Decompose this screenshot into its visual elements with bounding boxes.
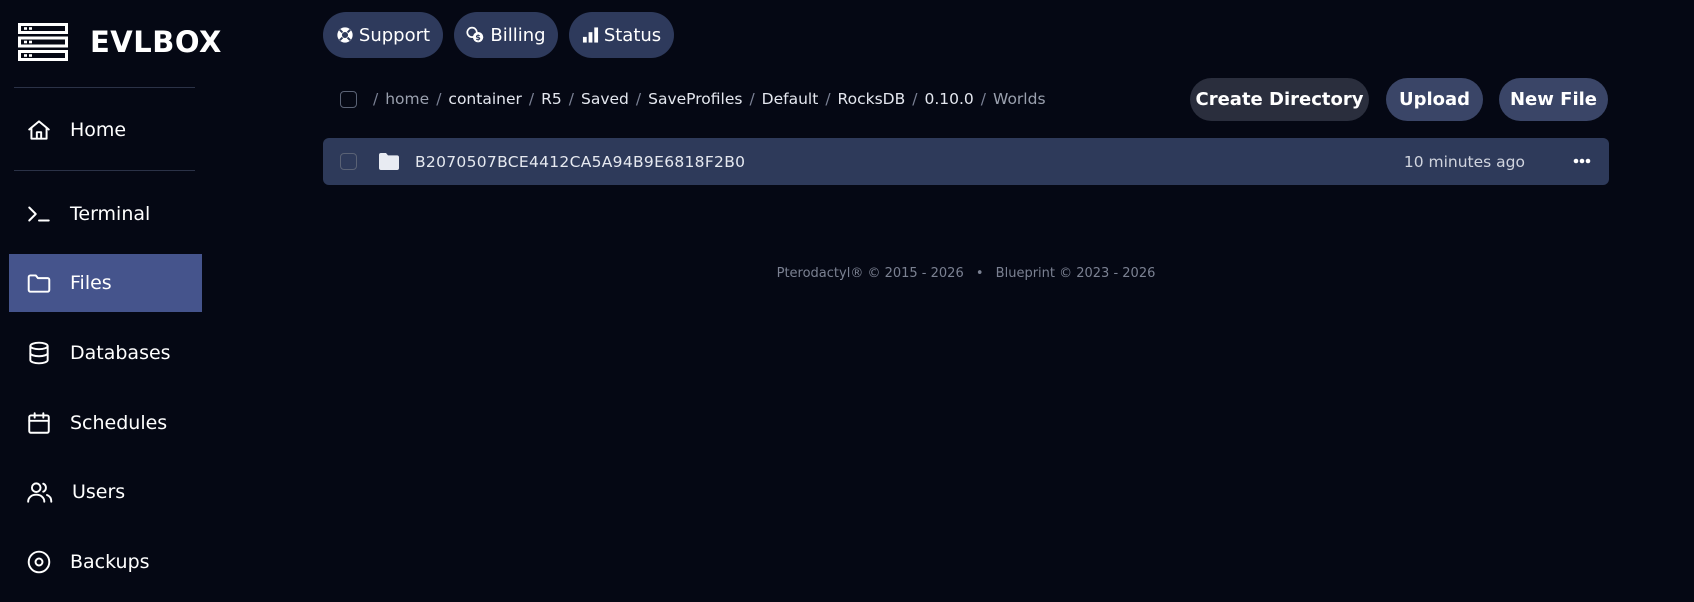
breadcrumb-separator: / bbox=[528, 90, 535, 108]
sidebar-item-home[interactable]: Home bbox=[9, 101, 202, 159]
breadcrumb-separator: / bbox=[749, 90, 755, 108]
sidebar-item-databases[interactable]: Databases bbox=[9, 324, 202, 382]
sidebar: EVLBOX Home Terminal Files Databases Sch… bbox=[0, 0, 221, 602]
breadcrumb-separator: / bbox=[568, 90, 574, 108]
pterodactyl-copyright[interactable]: Pterodactyl® © 2015 - 2026 bbox=[777, 266, 964, 281]
breadcrumb-saveprofiles[interactable]: SaveProfiles bbox=[648, 90, 742, 108]
svg-text:$: $ bbox=[476, 33, 481, 42]
breadcrumb-version[interactable]: 0.10.0 bbox=[924, 90, 973, 108]
sidebar-item-schedules[interactable]: Schedules bbox=[9, 394, 202, 452]
sidebar-item-label: Terminal bbox=[70, 203, 151, 225]
breadcrumb-current: Worlds bbox=[993, 90, 1046, 108]
home-icon bbox=[28, 120, 50, 140]
new-file-button[interactable]: New File bbox=[1499, 78, 1608, 121]
users-icon bbox=[27, 482, 53, 503]
breadcrumb-default[interactable]: Default bbox=[762, 90, 819, 108]
support-label: Support bbox=[358, 24, 431, 46]
billing-label: Billing bbox=[490, 24, 546, 46]
footer-separator: • bbox=[975, 266, 984, 281]
brand-name: EVLBOX bbox=[90, 25, 222, 59]
breadcrumb-separator: / bbox=[825, 90, 831, 108]
sidebar-item-label: Files bbox=[70, 272, 112, 294]
folder-icon bbox=[27, 274, 51, 293]
footer: Pterodactyl® © 2015 - 2026 • Blueprint ©… bbox=[323, 266, 1609, 281]
billing-link[interactable]: $ Billing bbox=[454, 12, 558, 58]
bar-chart-icon bbox=[582, 27, 598, 43]
breadcrumb-home[interactable]: home bbox=[385, 90, 429, 108]
sidebar-item-terminal[interactable]: Terminal bbox=[9, 185, 202, 243]
status-label: Status bbox=[603, 24, 662, 46]
sidebar-item-label: Databases bbox=[70, 342, 171, 364]
breadcrumb-rocksdb[interactable]: RocksDB bbox=[838, 90, 906, 108]
sidebar-divider bbox=[14, 170, 195, 171]
server-logo-icon bbox=[18, 23, 68, 61]
breadcrumb-saved[interactable]: Saved bbox=[581, 90, 629, 108]
coins-icon: $ bbox=[466, 26, 484, 43]
sidebar-item-label: Schedules bbox=[70, 412, 168, 434]
sidebar-item-label: Home bbox=[70, 119, 127, 141]
file-name[interactable]: B2070507BCE4412CA5A94B9E6818F2B0 bbox=[415, 138, 745, 185]
blueprint-copyright[interactable]: Blueprint © 2023 - 2026 bbox=[996, 266, 1156, 281]
file-row[interactable]: B2070507BCE4412CA5A94B9E6818F2B0 10 minu… bbox=[323, 138, 1609, 185]
breadcrumb-container[interactable]: container bbox=[448, 90, 521, 108]
breadcrumb-separator: / bbox=[373, 90, 379, 108]
file-row-checkbox[interactable] bbox=[340, 153, 357, 170]
status-link[interactable]: Status bbox=[569, 12, 674, 58]
breadcrumb: / home / container / R5 / Saved / SavePr… bbox=[373, 88, 1046, 110]
support-link[interactable]: Support bbox=[323, 12, 443, 58]
breadcrumb-separator: / bbox=[635, 90, 642, 108]
breadcrumb-separator: / bbox=[980, 90, 987, 108]
sidebar-item-backups[interactable]: Backups bbox=[9, 533, 202, 591]
lifebuoy-icon bbox=[337, 27, 353, 43]
upload-button[interactable]: Upload bbox=[1386, 78, 1483, 121]
sidebar-item-label: Backups bbox=[70, 551, 150, 573]
breadcrumb-r5[interactable]: R5 bbox=[541, 90, 562, 108]
sidebar-item-users[interactable]: Users bbox=[9, 463, 202, 521]
select-all-checkbox[interactable] bbox=[340, 91, 357, 108]
file-modified: 10 minutes ago bbox=[1403, 152, 1525, 171]
database-icon bbox=[29, 341, 49, 365]
breadcrumb-separator: / bbox=[912, 90, 918, 108]
terminal-icon bbox=[28, 206, 50, 222]
brand[interactable]: EVLBOX bbox=[18, 22, 222, 62]
create-directory-button[interactable]: Create Directory bbox=[1190, 78, 1369, 121]
breadcrumb-separator: / bbox=[436, 90, 442, 108]
more-options-icon[interactable] bbox=[1571, 151, 1593, 171]
backup-icon bbox=[27, 550, 51, 574]
sidebar-divider bbox=[14, 87, 195, 88]
sidebar-item-label: Users bbox=[72, 481, 126, 503]
calendar-icon bbox=[28, 412, 50, 434]
sidebar-item-files[interactable]: Files bbox=[9, 254, 202, 312]
folder-icon bbox=[379, 153, 399, 170]
